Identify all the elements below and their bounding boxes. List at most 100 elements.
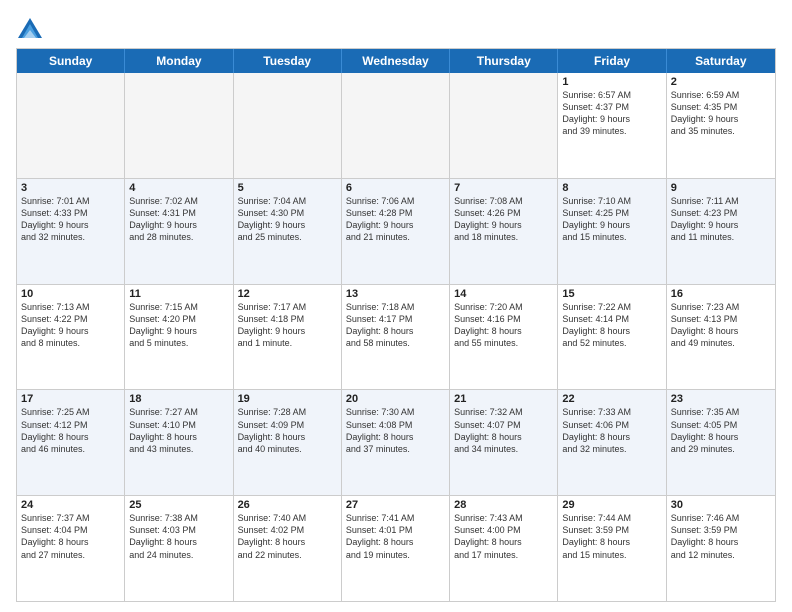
day-info: Sunrise: 7:25 AMSunset: 4:12 PMDaylight:…	[21, 406, 120, 455]
calendar-row-2: 10Sunrise: 7:13 AMSunset: 4:22 PMDayligh…	[17, 285, 775, 391]
day-cell-26: 26Sunrise: 7:40 AMSunset: 4:02 PMDayligh…	[234, 496, 342, 601]
day-info: Sunrise: 7:35 AMSunset: 4:05 PMDaylight:…	[671, 406, 771, 455]
day-number: 28	[454, 499, 553, 511]
day-cell-7: 7Sunrise: 7:08 AMSunset: 4:26 PMDaylight…	[450, 179, 558, 284]
day-info: Sunrise: 7:28 AMSunset: 4:09 PMDaylight:…	[238, 406, 337, 455]
day-info: Sunrise: 7:17 AMSunset: 4:18 PMDaylight:…	[238, 301, 337, 350]
day-info: Sunrise: 7:38 AMSunset: 4:03 PMDaylight:…	[129, 512, 228, 561]
day-cell-25: 25Sunrise: 7:38 AMSunset: 4:03 PMDayligh…	[125, 496, 233, 601]
day-cell-28: 28Sunrise: 7:43 AMSunset: 4:00 PMDayligh…	[450, 496, 558, 601]
day-number: 16	[671, 288, 771, 300]
calendar-row-1: 3Sunrise: 7:01 AMSunset: 4:33 PMDaylight…	[17, 179, 775, 285]
day-info: Sunrise: 7:44 AMSunset: 3:59 PMDaylight:…	[562, 512, 661, 561]
day-cell-11: 11Sunrise: 7:15 AMSunset: 4:20 PMDayligh…	[125, 285, 233, 390]
day-number: 6	[346, 182, 445, 194]
day-info: Sunrise: 7:23 AMSunset: 4:13 PMDaylight:…	[671, 301, 771, 350]
day-cell-4: 4Sunrise: 7:02 AMSunset: 4:31 PMDaylight…	[125, 179, 233, 284]
day-cell-3: 3Sunrise: 7:01 AMSunset: 4:33 PMDaylight…	[17, 179, 125, 284]
day-cell-10: 10Sunrise: 7:13 AMSunset: 4:22 PMDayligh…	[17, 285, 125, 390]
day-info: Sunrise: 6:59 AMSunset: 4:35 PMDaylight:…	[671, 89, 771, 138]
day-number: 13	[346, 288, 445, 300]
day-info: Sunrise: 7:41 AMSunset: 4:01 PMDaylight:…	[346, 512, 445, 561]
day-cell-6: 6Sunrise: 7:06 AMSunset: 4:28 PMDaylight…	[342, 179, 450, 284]
day-info: Sunrise: 7:08 AMSunset: 4:26 PMDaylight:…	[454, 195, 553, 244]
day-number: 18	[129, 393, 228, 405]
day-number: 23	[671, 393, 771, 405]
header-day-thursday: Thursday	[450, 49, 558, 73]
day-info: Sunrise: 7:13 AMSunset: 4:22 PMDaylight:…	[21, 301, 120, 350]
header-day-wednesday: Wednesday	[342, 49, 450, 73]
page: SundayMondayTuesdayWednesdayThursdayFrid…	[0, 0, 792, 612]
header-day-friday: Friday	[558, 49, 666, 73]
day-number: 26	[238, 499, 337, 511]
day-number: 2	[671, 76, 771, 88]
day-cell-24: 24Sunrise: 7:37 AMSunset: 4:04 PMDayligh…	[17, 496, 125, 601]
day-info: Sunrise: 7:30 AMSunset: 4:08 PMDaylight:…	[346, 406, 445, 455]
day-number: 14	[454, 288, 553, 300]
day-info: Sunrise: 7:04 AMSunset: 4:30 PMDaylight:…	[238, 195, 337, 244]
calendar-header: SundayMondayTuesdayWednesdayThursdayFrid…	[17, 49, 775, 73]
day-cell-30: 30Sunrise: 7:46 AMSunset: 3:59 PMDayligh…	[667, 496, 775, 601]
day-info: Sunrise: 7:02 AMSunset: 4:31 PMDaylight:…	[129, 195, 228, 244]
day-cell-15: 15Sunrise: 7:22 AMSunset: 4:14 PMDayligh…	[558, 285, 666, 390]
day-cell-20: 20Sunrise: 7:30 AMSunset: 4:08 PMDayligh…	[342, 390, 450, 495]
day-cell-9: 9Sunrise: 7:11 AMSunset: 4:23 PMDaylight…	[667, 179, 775, 284]
logo	[16, 16, 48, 44]
day-number: 30	[671, 499, 771, 511]
empty-cell-0-2	[234, 73, 342, 178]
day-number: 8	[562, 182, 661, 194]
day-cell-8: 8Sunrise: 7:10 AMSunset: 4:25 PMDaylight…	[558, 179, 666, 284]
day-number: 15	[562, 288, 661, 300]
day-number: 27	[346, 499, 445, 511]
day-cell-1: 1Sunrise: 6:57 AMSunset: 4:37 PMDaylight…	[558, 73, 666, 178]
calendar-row-4: 24Sunrise: 7:37 AMSunset: 4:04 PMDayligh…	[17, 496, 775, 602]
day-cell-13: 13Sunrise: 7:18 AMSunset: 4:17 PMDayligh…	[342, 285, 450, 390]
day-number: 1	[562, 76, 661, 88]
calendar: SundayMondayTuesdayWednesdayThursdayFrid…	[16, 48, 776, 602]
day-cell-19: 19Sunrise: 7:28 AMSunset: 4:09 PMDayligh…	[234, 390, 342, 495]
day-info: Sunrise: 7:06 AMSunset: 4:28 PMDaylight:…	[346, 195, 445, 244]
day-info: Sunrise: 7:10 AMSunset: 4:25 PMDaylight:…	[562, 195, 661, 244]
day-info: Sunrise: 7:40 AMSunset: 4:02 PMDaylight:…	[238, 512, 337, 561]
calendar-row-0: 1Sunrise: 6:57 AMSunset: 4:37 PMDaylight…	[17, 73, 775, 179]
day-cell-22: 22Sunrise: 7:33 AMSunset: 4:06 PMDayligh…	[558, 390, 666, 495]
header-day-tuesday: Tuesday	[234, 49, 342, 73]
day-cell-23: 23Sunrise: 7:35 AMSunset: 4:05 PMDayligh…	[667, 390, 775, 495]
day-cell-5: 5Sunrise: 7:04 AMSunset: 4:30 PMDaylight…	[234, 179, 342, 284]
day-info: Sunrise: 7:18 AMSunset: 4:17 PMDaylight:…	[346, 301, 445, 350]
day-number: 22	[562, 393, 661, 405]
header-day-monday: Monday	[125, 49, 233, 73]
day-number: 9	[671, 182, 771, 194]
day-info: Sunrise: 7:15 AMSunset: 4:20 PMDaylight:…	[129, 301, 228, 350]
day-number: 24	[21, 499, 120, 511]
day-info: Sunrise: 7:01 AMSunset: 4:33 PMDaylight:…	[21, 195, 120, 244]
day-cell-2: 2Sunrise: 6:59 AMSunset: 4:35 PMDaylight…	[667, 73, 775, 178]
day-number: 17	[21, 393, 120, 405]
day-number: 20	[346, 393, 445, 405]
empty-cell-0-0	[17, 73, 125, 178]
day-info: Sunrise: 6:57 AMSunset: 4:37 PMDaylight:…	[562, 89, 661, 138]
day-number: 29	[562, 499, 661, 511]
day-cell-27: 27Sunrise: 7:41 AMSunset: 4:01 PMDayligh…	[342, 496, 450, 601]
logo-icon	[16, 16, 44, 44]
day-info: Sunrise: 7:46 AMSunset: 3:59 PMDaylight:…	[671, 512, 771, 561]
day-info: Sunrise: 7:27 AMSunset: 4:10 PMDaylight:…	[129, 406, 228, 455]
day-cell-18: 18Sunrise: 7:27 AMSunset: 4:10 PMDayligh…	[125, 390, 233, 495]
day-number: 11	[129, 288, 228, 300]
day-cell-17: 17Sunrise: 7:25 AMSunset: 4:12 PMDayligh…	[17, 390, 125, 495]
day-info: Sunrise: 7:20 AMSunset: 4:16 PMDaylight:…	[454, 301, 553, 350]
day-number: 21	[454, 393, 553, 405]
day-number: 10	[21, 288, 120, 300]
day-number: 25	[129, 499, 228, 511]
day-number: 3	[21, 182, 120, 194]
day-cell-14: 14Sunrise: 7:20 AMSunset: 4:16 PMDayligh…	[450, 285, 558, 390]
calendar-body: 1Sunrise: 6:57 AMSunset: 4:37 PMDaylight…	[17, 73, 775, 602]
day-number: 5	[238, 182, 337, 194]
empty-cell-0-3	[342, 73, 450, 178]
day-info: Sunrise: 7:43 AMSunset: 4:00 PMDaylight:…	[454, 512, 553, 561]
day-number: 7	[454, 182, 553, 194]
day-info: Sunrise: 7:37 AMSunset: 4:04 PMDaylight:…	[21, 512, 120, 561]
calendar-row-3: 17Sunrise: 7:25 AMSunset: 4:12 PMDayligh…	[17, 390, 775, 496]
day-cell-12: 12Sunrise: 7:17 AMSunset: 4:18 PMDayligh…	[234, 285, 342, 390]
header-day-saturday: Saturday	[667, 49, 775, 73]
